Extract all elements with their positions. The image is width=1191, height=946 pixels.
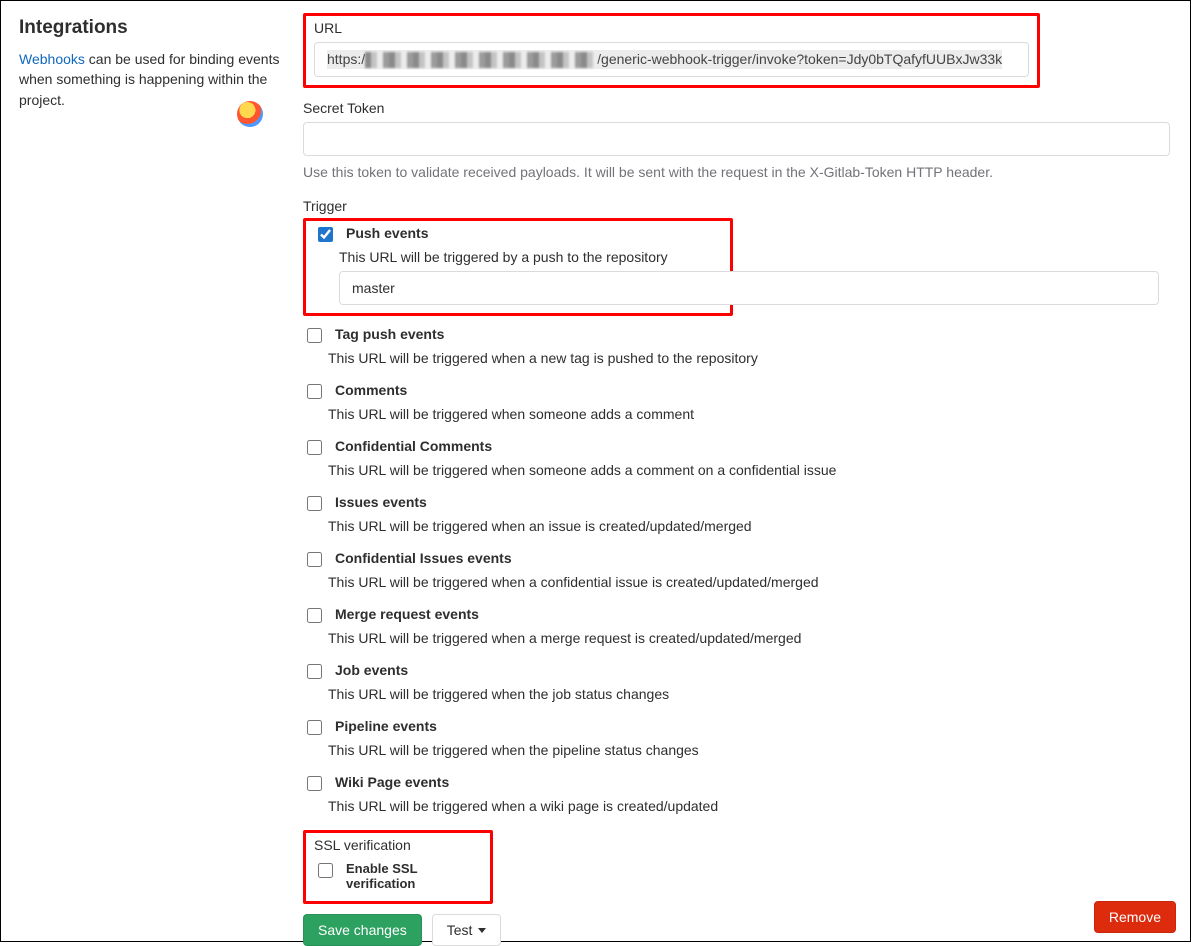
conf_issues-checkbox[interactable] [307, 552, 322, 567]
trigger-item-merge: Merge request events This URL will be tri… [303, 606, 1170, 646]
merge-label: Merge request events [335, 606, 479, 622]
main-form: URL https://generic-webhook-trigger/invo… [303, 13, 1180, 946]
tag-label: Tag push events [335, 326, 444, 342]
push-branch-input[interactable] [339, 271, 1159, 305]
issues-label: Issues events [335, 494, 427, 510]
job-checkbox[interactable] [307, 664, 322, 679]
ssl-checkbox-label: Enable SSL verification [346, 861, 480, 891]
trigger-item-issues: Issues events This URL will be triggered … [303, 494, 1170, 534]
conf_issues-label: Confidential Issues events [335, 550, 512, 566]
url-section-highlight: URL https://generic-webhook-trigger/invo… [303, 13, 1040, 88]
form-footer: Save changes Test [303, 914, 1170, 946]
trigger-item-conf_comments: Confidential Comments This URL will be tr… [303, 438, 1170, 478]
push-events-label: Push events [346, 225, 428, 241]
pipeline-checkbox[interactable] [307, 720, 322, 735]
tag-desc: This URL will be triggered when a new ta… [328, 350, 1170, 366]
secret-token-input[interactable] [303, 122, 1170, 156]
remove-button[interactable]: Remove [1094, 901, 1176, 933]
url-input[interactable]: https://generic-webhook-trigger/invoke?t… [314, 42, 1029, 77]
push-events-highlight: Push events This URL will be triggered b… [303, 218, 733, 316]
ssl-checkbox[interactable] [318, 863, 333, 878]
merge-desc: This URL will be triggered when a merge … [328, 630, 1170, 646]
sidebar: Integrations Webhooks can be used for bi… [19, 13, 303, 946]
trigger-item-comments: Comments This URL will be triggered when … [303, 382, 1170, 422]
tag-checkbox[interactable] [307, 328, 322, 343]
wiki-desc: This URL will be triggered when a wiki p… [328, 798, 1170, 814]
ssl-section-highlight: SSL verification Enable SSL verification [303, 830, 493, 904]
merge-checkbox[interactable] [307, 608, 322, 623]
url-redacted [365, 52, 597, 68]
ssl-label: SSL verification [314, 837, 480, 853]
comments-desc: This URL will be triggered when someone … [328, 406, 1170, 422]
issues-checkbox[interactable] [307, 496, 322, 511]
url-label: URL [314, 20, 1029, 36]
conf_comments-checkbox[interactable] [307, 440, 322, 455]
trigger-list: Tag push events This URL will be triggere… [303, 326, 1170, 814]
secret-token-section: Secret Token Use this token to validate … [303, 100, 1170, 180]
trigger-item-pipeline: Pipeline events This URL will be triggere… [303, 718, 1170, 758]
integration-icon [237, 101, 263, 127]
trigger-item-tag: Tag push events This URL will be triggere… [303, 326, 1170, 366]
trigger-label: Trigger [303, 198, 1170, 214]
conf_comments-label: Confidential Comments [335, 438, 492, 454]
trigger-item-conf_issues: Confidential Issues events This URL will … [303, 550, 1170, 590]
save-button[interactable]: Save changes [303, 914, 422, 946]
conf_issues-desc: This URL will be triggered when a confid… [328, 574, 1170, 590]
wiki-checkbox[interactable] [307, 776, 322, 791]
webhooks-link[interactable]: Webhooks [19, 51, 85, 67]
issues-desc: This URL will be triggered when an issue… [328, 518, 1170, 534]
secret-token-help: Use this token to validate received payl… [303, 164, 1170, 180]
test-dropdown[interactable]: Test [432, 914, 502, 946]
job-label: Job events [335, 662, 408, 678]
push-events-desc: This URL will be triggered by a push to … [339, 249, 720, 265]
comments-checkbox[interactable] [307, 384, 322, 399]
wiki-label: Wiki Page events [335, 774, 449, 790]
push-events-checkbox[interactable] [318, 227, 333, 242]
sidebar-description: Webhooks can be used for binding events … [19, 49, 281, 110]
trigger-item-job: Job events This URL will be triggered whe… [303, 662, 1170, 702]
comments-label: Comments [335, 382, 407, 398]
page-title: Integrations [19, 17, 281, 39]
pipeline-desc: This URL will be triggered when the pipe… [328, 742, 1170, 758]
conf_comments-desc: This URL will be triggered when someone … [328, 462, 1170, 478]
secret-token-label: Secret Token [303, 100, 1170, 116]
pipeline-label: Pipeline events [335, 718, 437, 734]
trigger-item-wiki: Wiki Page events This URL will be trigger… [303, 774, 1170, 814]
job-desc: This URL will be triggered when the job … [328, 686, 1170, 702]
chevron-down-icon [478, 928, 486, 933]
